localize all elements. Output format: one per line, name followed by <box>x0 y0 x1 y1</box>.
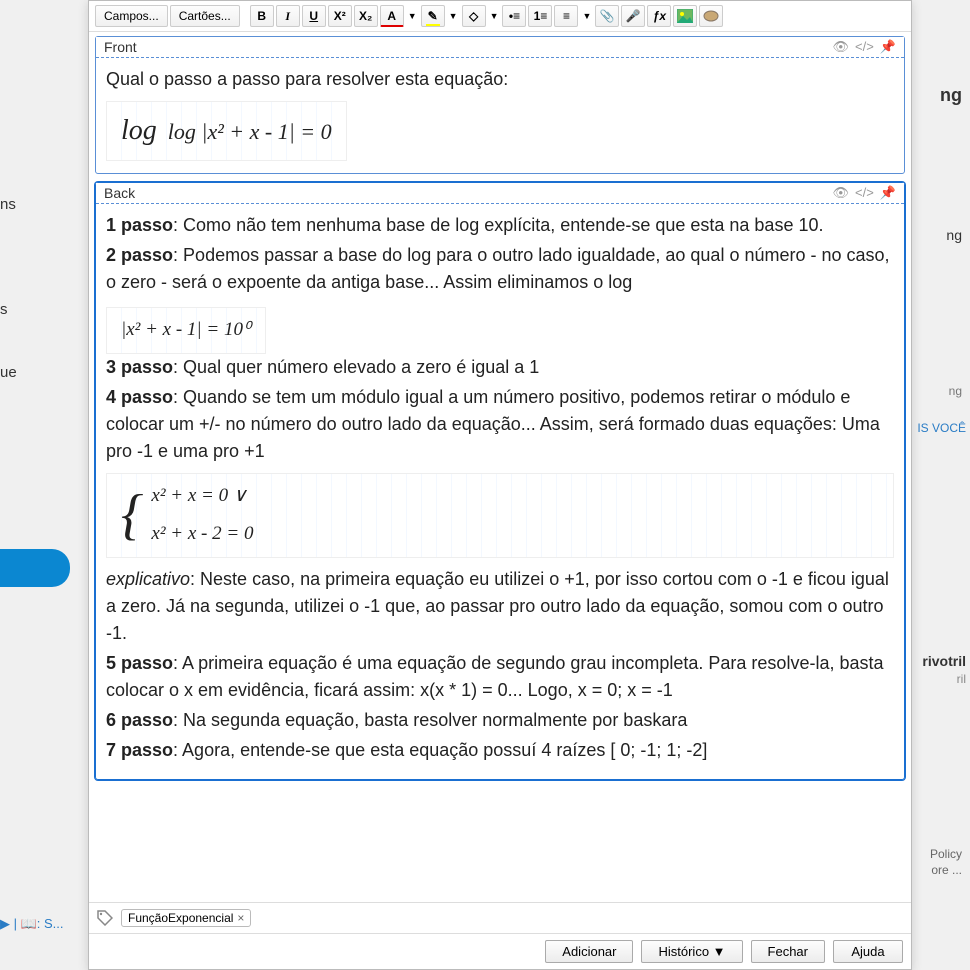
cloze-button[interactable] <box>699 5 723 27</box>
highlight-button[interactable]: ✎ <box>421 5 445 27</box>
equation-image: log log |x² + x - 1| = 0 <box>106 101 347 161</box>
step-line: 5 passo: A primeira equação é uma equaçã… <box>106 650 894 704</box>
step-line: 4 passo: Quando se tem um módulo igual a… <box>106 384 894 465</box>
cards-button[interactable]: Cartões... <box>170 5 240 27</box>
editor-toolbar: Campos... Cartões... B I U X² X₂ A ▼ ✎ ▼… <box>89 1 911 32</box>
mic-button[interactable]: 🎤 <box>621 5 645 27</box>
bg-text: rivotril <box>922 653 966 669</box>
italic-button[interactable]: I <box>276 5 300 27</box>
code-icon[interactable]: </> <box>855 185 874 201</box>
bg-text: ng <box>940 85 962 106</box>
superscript-button[interactable]: X² <box>328 5 352 27</box>
dropdown-icon[interactable]: ▼ <box>580 11 593 21</box>
text-color-button[interactable]: A <box>380 5 404 27</box>
ordered-list-button[interactable]: 1≡ <box>528 5 552 27</box>
equation-button[interactable]: ƒx <box>647 5 671 27</box>
bg-text: ng <box>946 227 962 243</box>
bg-pill <box>0 549 70 587</box>
field-label: Front <box>104 39 137 55</box>
field-label: Back <box>104 185 135 201</box>
dropdown-icon[interactable]: ▼ <box>488 11 501 21</box>
history-button[interactable]: Histórico ▼ <box>641 940 742 963</box>
step-line: 3 passo: Qual quer número elevado a zero… <box>106 354 894 381</box>
equation-text: x² + x = 0 ∨ <box>151 482 253 511</box>
underline-button[interactable]: U <box>302 5 326 27</box>
dialog-button-row: Adicionar Histórico ▼ Fechar Ajuda <box>89 933 911 969</box>
clear-format-button[interactable]: ◇ <box>462 5 486 27</box>
close-button[interactable]: Fechar <box>751 940 825 963</box>
pin-icon[interactable]: 📌 <box>880 39 896 55</box>
front-text: Qual o passo a passo para resolver esta … <box>106 66 894 93</box>
bg-text: ore ... <box>931 863 962 877</box>
cloze-icon <box>703 10 719 22</box>
step-line: 1 passo: Como não tem nenhuma base de lo… <box>106 212 894 239</box>
fields-button[interactable]: Campos... <box>95 5 168 27</box>
bg-text: IS VOCÊ <box>917 421 966 435</box>
step-line: explicativo: Neste caso, na primeira equ… <box>106 566 894 647</box>
attachment-button[interactable]: 📎 <box>595 5 619 27</box>
code-icon[interactable]: </> <box>855 39 874 55</box>
align-button[interactable]: ≡ <box>554 5 578 27</box>
tag-label: FunçãoExponencial <box>128 911 233 925</box>
eye-icon[interactable]: 👁 <box>833 39 850 55</box>
unordered-list-button[interactable]: •≡ <box>502 5 526 27</box>
add-button[interactable]: Adicionar <box>545 940 633 963</box>
editor-body: Front 👁 </> 📌 Qual o passo a passo para … <box>89 32 911 902</box>
equation-image: { x² + x = 0 ∨ x² + x - 2 = 0 <box>106 473 894 558</box>
front-content[interactable]: Qual o passo a passo para resolver esta … <box>96 58 904 173</box>
tag-icon <box>97 910 113 926</box>
image-icon <box>677 9 693 23</box>
bold-button[interactable]: B <box>250 5 274 27</box>
equation-text: log |x² + x - 1| = 0 <box>168 119 332 144</box>
bg-text: ng <box>949 384 962 398</box>
tag-remove-icon[interactable]: × <box>237 911 244 925</box>
step-line: 2 passo: Podemos passar a base do log pa… <box>106 242 894 296</box>
subscript-button[interactable]: X₂ <box>354 5 378 27</box>
brace-icon: { <box>121 487 143 543</box>
back-field[interactable]: Back 👁 </> 📌 1 passo: Como não tem nenhu… <box>95 182 905 780</box>
pin-icon[interactable]: 📌 <box>880 185 896 201</box>
field-header: Back 👁 </> 📌 <box>96 183 904 204</box>
bg-text: ril <box>957 672 966 686</box>
bg-text: s <box>0 301 8 318</box>
bg-sidebar-item[interactable]: ▶ | 📖: S... <box>0 916 64 932</box>
equation-text: x² + x - 2 = 0 <box>151 520 253 549</box>
tag-chip[interactable]: FunçãoExponencial × <box>121 909 251 927</box>
eye-icon[interactable]: 👁 <box>833 185 850 201</box>
help-button[interactable]: Ajuda <box>833 940 903 963</box>
back-content[interactable]: 1 passo: Como não tem nenhuma base de lo… <box>96 204 904 779</box>
bg-text: Policy <box>930 847 962 861</box>
equation-image: |x² + x - 1| = 10⁰ <box>106 307 266 354</box>
dropdown-icon[interactable]: ▼ <box>447 11 460 21</box>
field-header: Front 👁 </> 📌 <box>96 37 904 58</box>
image-button[interactable] <box>673 5 697 27</box>
tag-row[interactable]: FunçãoExponencial × <box>89 902 911 933</box>
step-line: 7 passo: Agora, entende-se que esta equa… <box>106 737 894 764</box>
bg-text: ue <box>0 364 17 381</box>
dropdown-icon[interactable]: ▼ <box>406 11 419 21</box>
step-line: 6 passo: Na segunda equação, basta resol… <box>106 707 894 734</box>
bg-text: ns <box>0 196 16 213</box>
front-field[interactable]: Front 👁 </> 📌 Qual o passo a passo para … <box>95 36 905 174</box>
add-card-dialog: Campos... Cartões... B I U X² X₂ A ▼ ✎ ▼… <box>88 0 912 970</box>
